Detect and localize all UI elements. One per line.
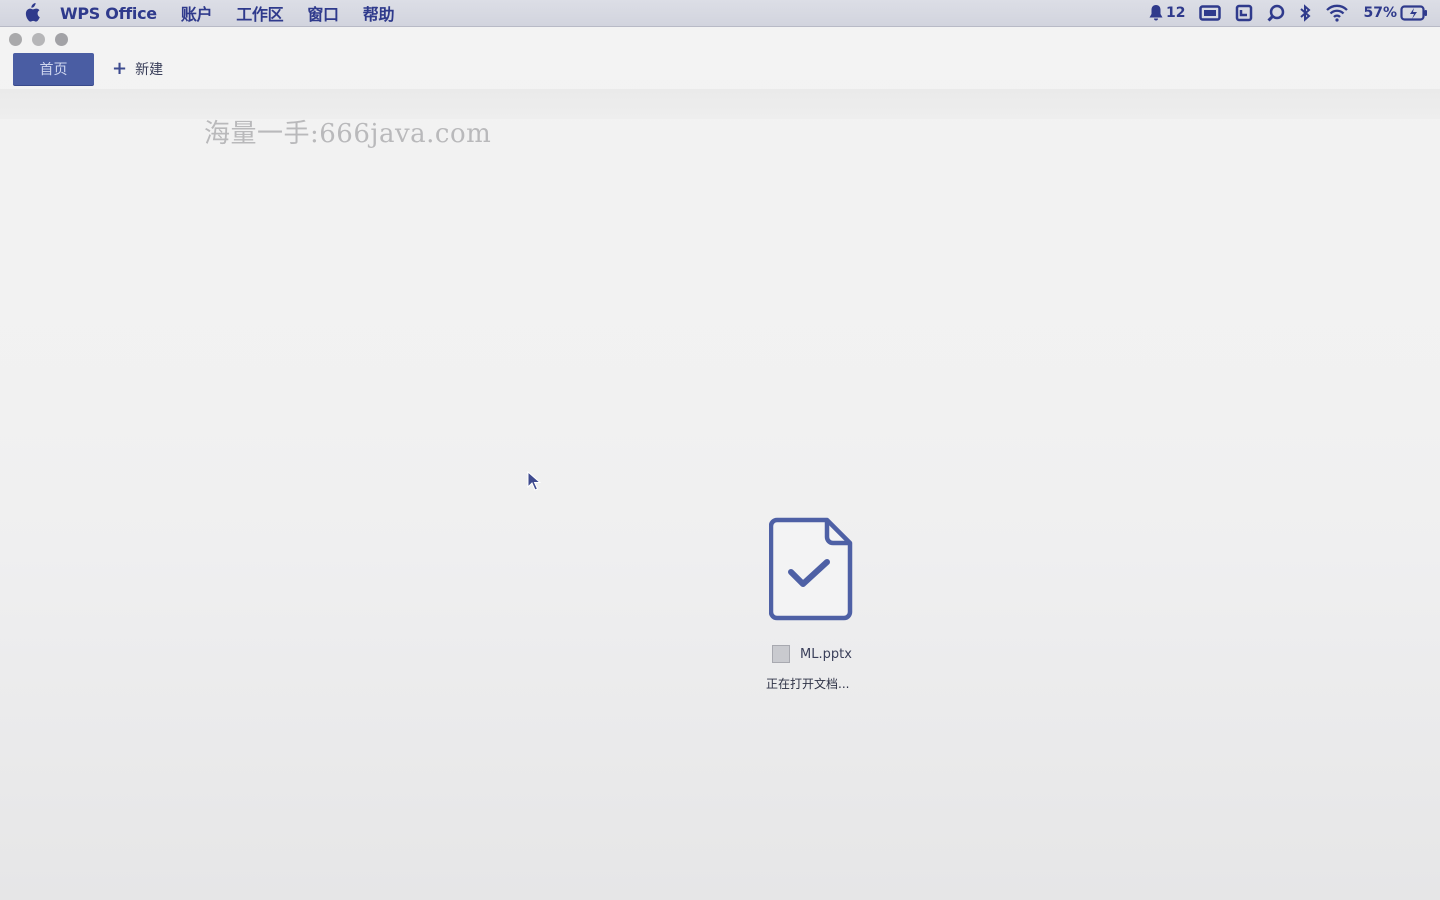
loading-status: 正在打开文档...	[766, 677, 850, 691]
file-info: ML.pptx	[772, 645, 852, 663]
bluetooth-icon[interactable]	[1299, 4, 1312, 22]
window-controls	[9, 33, 68, 46]
calendar-icon[interactable]	[1235, 4, 1253, 22]
spotlight-search-icon[interactable]	[1267, 4, 1285, 22]
plus-icon: +	[112, 58, 128, 79]
tab-bar: 首页 + 新建	[0, 51, 1440, 89]
new-tab-label: 新建	[135, 62, 164, 78]
file-thumbnail-icon	[772, 645, 790, 663]
battery-percent: 57%	[1363, 5, 1397, 21]
menu-bar: WPS Office 账户 工作区 窗口 帮助 12 57%	[0, 0, 1440, 27]
menu-window[interactable]: 窗口	[307, 1, 339, 25]
apple-icon[interactable]	[22, 3, 42, 23]
menu-app-name[interactable]: WPS Office	[60, 4, 157, 23]
menu-help[interactable]: 帮助	[363, 1, 395, 25]
wps-window: 首页 + 新建 海量一手:666java.com ML.pptx 正在打开文档.…	[0, 27, 1440, 900]
battery-status[interactable]: 57%	[1363, 5, 1428, 21]
new-tab-button[interactable]: + 新建	[112, 53, 163, 85]
zoom-window-button[interactable]	[55, 33, 68, 46]
tab-home[interactable]: 首页	[13, 53, 94, 85]
document-check-icon	[768, 517, 853, 625]
menu-workspace[interactable]: 工作区	[236, 1, 283, 25]
notification-count: 12	[1166, 5, 1186, 21]
battery-charging-icon	[1400, 5, 1427, 21]
minimize-window-button[interactable]	[32, 33, 45, 46]
notification-status[interactable]: 12	[1149, 5, 1185, 21]
watermark-text: 海量一手:666java.com	[204, 119, 492, 149]
wifi-icon[interactable]	[1325, 4, 1349, 22]
screen-mirror-icon[interactable]	[1199, 5, 1222, 21]
menu-account[interactable]: 账户	[181, 1, 213, 25]
status-area: 12 57%	[1149, 0, 1428, 26]
file-name: ML.pptx	[800, 646, 852, 662]
close-window-button[interactable]	[9, 33, 22, 46]
mouse-cursor-icon	[527, 470, 542, 495]
bell-icon	[1149, 5, 1163, 21]
